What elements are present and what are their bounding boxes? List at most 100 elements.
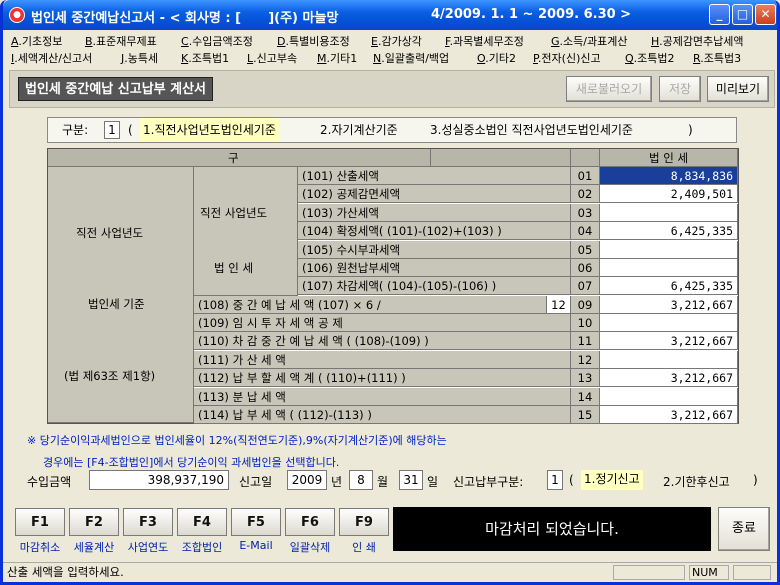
window-period: 4/2009. 1. 1 ~ 2009. 6.30 > [431,7,632,22]
group-left: 직전 사업년도 법인세 기준 (법 제63조 제1항) [48,167,194,423]
minimize-button[interactable]: _ [709,4,730,25]
kubun-option-2[interactable]: 2.자기계산기준 [320,118,398,142]
row-value-input[interactable] [600,203,738,222]
kubun-label: 구분: [62,123,89,137]
save-button[interactable]: 저장 [659,76,701,102]
fkey-f2-button[interactable]: F2 [69,508,119,536]
row-value-input[interactable] [600,240,738,259]
kubun-option-1[interactable]: 1.직전사업년도법인세기준 [140,118,279,142]
app-window: ● 법인세 중간예납신고서 - < 회사명 : [ ](주) 마늘망 4/200… [0,0,780,585]
row-108-value[interactable]: 3,212,667 [600,296,738,314]
exit-button[interactable]: 종료 [718,507,770,551]
row-value-input[interactable] [600,350,738,369]
menu-item-q[interactable]: Q.조특법2 [625,50,675,66]
status-pane-3 [733,565,771,580]
row-label: (109) 임 시 투 자 세 액 공 제 [194,314,571,332]
row-value-input[interactable] [600,259,738,277]
col-header-gu: 구 [48,149,431,167]
pay-close-paren: ) [753,473,758,487]
menu-item-o[interactable]: O.기타2 [477,50,516,66]
fkey-f5-button[interactable]: F5 [231,508,281,536]
group-mid-label-1: 직전 사업년도 [200,206,268,220]
row-code: 03 [571,203,600,222]
fkey-f1-button[interactable]: F1 [15,508,65,536]
row-108-code: 09 [571,296,600,314]
status-num: NUM [689,565,729,580]
close-button[interactable]: ✕ [755,4,776,25]
kubun-option-3[interactable]: 3.성실중소법인 직전사업년도법인세기준 [430,118,633,142]
row-label: (104) 확정세액( (101)-(102)+(103) ) [298,222,571,241]
menu-item-r[interactable]: R.조특법3 [693,50,741,66]
fkey-f9-button[interactable]: F9 [339,508,389,536]
year-input[interactable]: 2009 [287,470,327,490]
menu-item-p[interactable]: P.전자(신)신고 [533,50,601,66]
menu-item-d[interactable]: D.특별비용조정 [277,33,350,49]
menu-item-h[interactable]: H.공제감면추납세액 [651,33,744,49]
row-value-input[interactable]: 3,212,667 [600,369,738,388]
fkey-f4-button[interactable]: F4 [177,508,227,536]
menu-item-n[interactable]: N.일괄출력/백업 [373,50,449,66]
row-label: (105) 수시부과세액 [298,240,571,259]
kubun-selector: 구분: 1 ( 1.직전사업년도법인세기준 2.자기계산기준 3.성실중소법인 … [47,117,737,143]
pay-option-1[interactable]: 1.정기신고 [581,470,643,490]
menu-item-b[interactable]: B.표준재무제표 [85,33,157,49]
menu-item-e[interactable]: E.감가상각 [371,33,422,49]
row-value-input[interactable]: 2,409,501 [600,185,738,204]
revenue-label: 수입금액 [27,475,72,489]
row-code: 05 [571,240,600,259]
pay-option-2[interactable]: 2.기한후신고 [663,473,730,490]
status-pane-1 [613,565,685,580]
row-value-input[interactable]: 3,212,667 [600,332,738,351]
group-left-label-1: 직전 사업년도 [76,226,144,240]
menu-item-i[interactable]: I.세액계산/신고서 [11,50,92,66]
kubun-open-paren: ( [128,123,133,137]
menu-item-f[interactable]: F.과목별세무조정 [445,33,524,49]
fkey-f1-label: 마감취소 [19,541,61,554]
row-label: (101) 산출세액 [298,167,571,185]
row-label: (113) 분 납 세 액 [194,387,571,406]
pay-type-input[interactable]: 1 [547,470,563,490]
menu-item-l[interactable]: L.신고부속 [247,50,297,66]
row-code: 02 [571,185,600,204]
menu-item-g[interactable]: G.소득/과표계산 [551,33,627,49]
row-value-input[interactable] [600,387,738,406]
row-label: (102) 공제감면세액 [298,185,571,204]
menu-item-a[interactable]: A.기초정보 [11,33,62,49]
maximize-button[interactable]: □ [732,4,753,25]
col-header-bun: 분 [431,149,571,167]
row-value-input[interactable]: 8,834,836 [600,167,738,185]
status-bar: 산출 세액을 입력하세요. NUM [3,562,777,582]
row-code: 14 [571,387,600,406]
menu-item-k[interactable]: K.조특법1 [181,50,229,66]
app-icon: ● [9,7,25,23]
kubun-input[interactable]: 1 [104,121,120,139]
revenue-input[interactable]: 398,937,190 [89,470,229,490]
row-value-input[interactable] [600,314,738,332]
menu-item-m[interactable]: M.기타1 [317,50,357,66]
form-header: 법인세 중간예납 신고납부 계산서 새로불러오기 저장 미리보기 [9,70,775,108]
month-input[interactable]: 8 [349,470,373,490]
row-code: 01 [571,167,600,185]
preview-button[interactable]: 미리보기 [707,76,769,102]
fkey-f9-label: 인 쇄 [352,541,376,554]
fkey-f6-button[interactable]: F6 [285,508,335,536]
row-108-months-input[interactable]: 12 [547,296,571,314]
row-value-input[interactable]: 6,425,335 [600,277,738,296]
row-108-label: (108) 중 간 예 납 세 액 (107) × 6 / [194,296,547,314]
row-value-input[interactable]: 6,425,335 [600,222,738,241]
col-header-code [571,149,600,167]
day-input[interactable]: 31 [399,470,423,490]
row-value-input[interactable]: 3,212,667 [600,406,738,424]
form-title: 법인세 중간예납 신고납부 계산서 [18,77,214,101]
reload-button[interactable]: 새로불러오기 [566,76,652,102]
group-mid: 직전 사업년도 법 인 세 [194,167,298,296]
row-label: (114) 납 부 세 액 ( (112)-(113) ) [194,406,571,424]
fkey-f3-button[interactable]: F3 [123,508,173,536]
note-line-1: ※ 당기순이익과세법인으로 법인세율이 12%(직전연도기준),9%(자기계산기… [27,434,447,447]
row-label: (112) 납 부 할 세 액 계 ( (110)+(111) ) [194,369,571,388]
menu-item-c[interactable]: C.수입금액조정 [181,33,253,49]
fkey-f4-label: 조합법인 [181,541,223,554]
menu-item-j[interactable]: J.농특세 [121,50,158,66]
fkey-f6-label: 일괄삭제 [289,541,331,554]
row-code: 06 [571,259,600,277]
